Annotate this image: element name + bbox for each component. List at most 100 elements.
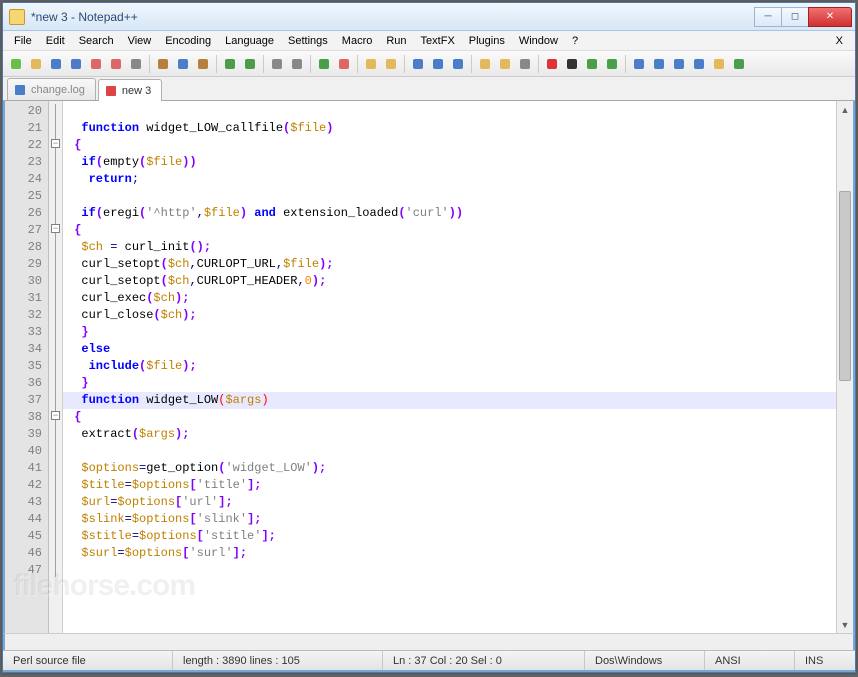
play-button[interactable] — [583, 55, 601, 73]
f6-button[interactable] — [730, 55, 748, 73]
redo-button[interactable] — [241, 55, 259, 73]
tab-new--3[interactable]: new 3 — [98, 79, 162, 101]
menu-settings[interactable]: Settings — [281, 33, 335, 49]
menu-file[interactable]: File — [7, 33, 39, 49]
titlebar[interactable]: *new 3 - Notepad++ ─ ◻ ✕ — [3, 3, 855, 31]
fold-column[interactable]: − − − — [49, 101, 63, 633]
unfold-button[interactable] — [496, 55, 514, 73]
code-line[interactable]: curl_setopt($ch,CURLOPT_URL,$file); — [67, 256, 836, 273]
menu-macro[interactable]: Macro — [335, 33, 380, 49]
code-line[interactable]: $surl=$options['surl']; — [67, 545, 836, 562]
replace-button[interactable] — [288, 55, 306, 73]
menu-close-doc[interactable]: X — [828, 33, 851, 49]
menu-encoding[interactable]: Encoding — [158, 33, 218, 49]
close-button[interactable]: ✕ — [808, 7, 852, 27]
indent-button[interactable] — [449, 55, 467, 73]
all-chars-button[interactable] — [429, 55, 447, 73]
f3-icon — [672, 57, 686, 71]
zoom-out-button[interactable] — [335, 55, 353, 73]
status-length: length : 3890 lines : 105 — [173, 651, 383, 670]
menu-window[interactable]: Window — [512, 33, 565, 49]
copy-button[interactable] — [174, 55, 192, 73]
menu-search[interactable]: Search — [72, 33, 121, 49]
code-line[interactable] — [67, 188, 836, 205]
code-line[interactable]: return; — [67, 171, 836, 188]
close-button[interactable] — [87, 55, 105, 73]
save-all-button[interactable] — [67, 55, 85, 73]
code-line[interactable]: { — [67, 222, 836, 239]
horizontal-scrollbar[interactable] — [3, 633, 855, 650]
scroll-thumb[interactable] — [839, 191, 851, 381]
print-button[interactable] — [127, 55, 145, 73]
line-number-gutter: 2021222324252627282930313233343536373839… — [5, 101, 49, 633]
new-button[interactable] — [7, 55, 25, 73]
zoom-out-icon — [337, 57, 351, 71]
code-line[interactable]: { — [67, 409, 836, 426]
code-line[interactable]: extract($args); — [67, 426, 836, 443]
menu-edit[interactable]: Edit — [39, 33, 72, 49]
f4-button[interactable] — [690, 55, 708, 73]
f5-button[interactable] — [710, 55, 728, 73]
maximize-button[interactable]: ◻ — [781, 7, 809, 27]
code-line[interactable]: curl_setopt($ch,CURLOPT_HEADER,0); — [67, 273, 836, 290]
code-line[interactable]: include($file); — [67, 358, 836, 375]
sync-h-button[interactable] — [382, 55, 400, 73]
code-line[interactable] — [67, 103, 836, 120]
line-number: 32 — [5, 307, 42, 324]
fold-toggle-icon[interactable]: − — [51, 139, 60, 148]
open-button[interactable] — [27, 55, 45, 73]
f1-button[interactable] — [630, 55, 648, 73]
f3-button[interactable] — [670, 55, 688, 73]
redo-icon — [243, 57, 257, 71]
scroll-down-arrow-icon[interactable]: ▼ — [837, 616, 853, 633]
fold-button[interactable] — [476, 55, 494, 73]
code-line[interactable]: $stitle=$options['stitle']; — [67, 528, 836, 545]
menu-[interactable]: ? — [565, 33, 585, 49]
code-line[interactable]: if(empty($file)) — [67, 154, 836, 171]
sync-v-button[interactable] — [362, 55, 380, 73]
tab-change-log[interactable]: change.log — [7, 78, 96, 100]
find-button[interactable] — [268, 55, 286, 73]
code-line[interactable]: $url=$options['url']; — [67, 494, 836, 511]
stop-button[interactable] — [563, 55, 581, 73]
fold-toggle-icon[interactable]: − — [51, 411, 60, 420]
minimize-button[interactable]: ─ — [754, 7, 782, 27]
undo-button[interactable] — [221, 55, 239, 73]
close-all-button[interactable] — [107, 55, 125, 73]
vertical-scrollbar[interactable]: ▲ ▼ — [836, 101, 853, 633]
status-filetype: Perl source file — [3, 651, 173, 670]
code-line[interactable]: } — [67, 324, 836, 341]
code-line[interactable] — [67, 562, 836, 579]
code-line[interactable]: { — [67, 137, 836, 154]
code-line[interactable]: $slink=$options['slink']; — [67, 511, 836, 528]
undo-icon — [223, 57, 237, 71]
zoom-in-button[interactable] — [315, 55, 333, 73]
menu-plugins[interactable]: Plugins — [462, 33, 512, 49]
code-line[interactable]: } — [67, 375, 836, 392]
f2-button[interactable] — [650, 55, 668, 73]
code-line[interactable]: else — [67, 341, 836, 358]
rec-button[interactable] — [543, 55, 561, 73]
menu-textfx[interactable]: TextFX — [414, 33, 462, 49]
line-number: 40 — [5, 443, 42, 460]
wrap-button[interactable] — [409, 55, 427, 73]
fold-toggle-icon[interactable]: − — [51, 224, 60, 233]
cut-button[interactable] — [154, 55, 172, 73]
hide-button[interactable] — [516, 55, 534, 73]
code-line[interactable]: curl_close($ch); — [67, 307, 836, 324]
code-line[interactable]: $ch = curl_init(); — [67, 239, 836, 256]
code-line[interactable]: $options=get_option('widget_LOW'); — [67, 460, 836, 477]
play-multi-button[interactable] — [603, 55, 621, 73]
code-line[interactable] — [67, 443, 836, 460]
menu-run[interactable]: Run — [379, 33, 413, 49]
scroll-up-arrow-icon[interactable]: ▲ — [837, 101, 853, 118]
save-button[interactable] — [47, 55, 65, 73]
paste-button[interactable] — [194, 55, 212, 73]
menu-language[interactable]: Language — [218, 33, 281, 49]
code-line[interactable]: $title=$options['title']; — [67, 477, 836, 494]
code-line[interactable]: if(eregi('^http',$file) and extension_lo… — [67, 205, 836, 222]
code-line[interactable]: function widget_LOW_callfile($file) — [67, 120, 836, 137]
code-editor[interactable]: function widget_LOW_callfile($file) { if… — [63, 101, 836, 633]
menu-view[interactable]: View — [121, 33, 159, 49]
code-line[interactable]: curl_exec($ch); — [67, 290, 836, 307]
